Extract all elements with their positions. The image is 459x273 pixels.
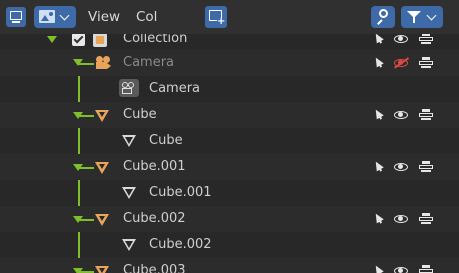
- camera-data-icon: [119, 79, 139, 97]
- eye-icon[interactable]: [394, 267, 408, 273]
- menu-collection[interactable]: Col: [136, 9, 157, 25]
- eye-icon[interactable]: [394, 163, 408, 171]
- tree-row-label: Cube.003: [123, 263, 186, 273]
- chevron-down-icon: [426, 10, 437, 21]
- selectable-cursor-icon[interactable]: [372, 159, 384, 172]
- camera-render-icon[interactable]: [419, 213, 433, 225]
- selectable-cursor-icon[interactable]: [372, 211, 384, 224]
- editor-type-button[interactable]: [6, 7, 26, 27]
- tree-row-cube-002-data[interactable]: Cube.002: [0, 232, 459, 258]
- mesh-object-icon: [95, 162, 109, 174]
- tree-row-label: Camera: [149, 81, 201, 96]
- tree-row-cube-001-data[interactable]: Cube.001: [0, 180, 459, 206]
- camera-object-icon: [95, 56, 111, 70]
- chevron-down-icon: [59, 10, 70, 21]
- tree-row-label: Cube.002: [123, 211, 186, 226]
- outliner-tree: Collection Camera Camera Cube Cube Cube.…: [0, 0, 459, 273]
- tree-line-branch: [78, 167, 94, 169]
- outliner-header: View Col +: [0, 0, 459, 34]
- selectable-cursor-icon[interactable]: [372, 55, 384, 68]
- tree-row-camera[interactable]: Camera: [0, 50, 459, 76]
- new-collection-button[interactable]: +: [205, 6, 227, 28]
- camera-render-icon[interactable]: [419, 109, 433, 121]
- camera-render-icon[interactable]: [419, 33, 433, 45]
- mesh-data-icon: [122, 135, 136, 148]
- mesh-object-icon: [95, 214, 109, 226]
- image-display-mode-icon: [39, 10, 55, 23]
- tree-row-cube-002[interactable]: Cube.002: [0, 206, 459, 232]
- eye-icon[interactable]: [394, 35, 408, 43]
- filter-stem: [413, 17, 415, 23]
- filter-dropdown[interactable]: [401, 6, 443, 28]
- tree-row-label: Cube: [149, 133, 183, 148]
- tree-row-cube[interactable]: Cube: [0, 102, 459, 128]
- tree-row-label: Cube.001: [149, 185, 212, 200]
- eye-icon[interactable]: [394, 215, 408, 223]
- search-icon: [379, 9, 388, 18]
- eye-icon[interactable]: [394, 111, 408, 119]
- tree-row-cube-001[interactable]: Cube.001: [0, 154, 459, 180]
- camera-render-icon[interactable]: [419, 265, 433, 273]
- tree-row-cube-003[interactable]: Cube.003: [0, 258, 459, 273]
- camera-render-icon[interactable]: [419, 57, 433, 69]
- search-button[interactable]: [371, 6, 395, 28]
- editor-icon-stand: [12, 21, 20, 23]
- tree-line-branch: [78, 271, 94, 273]
- selectable-cursor-icon[interactable]: [372, 107, 384, 120]
- mesh-object-icon: [95, 266, 109, 273]
- expand-arrow-icon[interactable]: [47, 36, 57, 43]
- collection-checkbox[interactable]: [72, 33, 85, 46]
- tree-line-branch: [78, 219, 94, 221]
- tree-line-branch: [78, 63, 94, 65]
- tree-row-cube-data[interactable]: Cube: [0, 128, 459, 154]
- eye-hidden-icon[interactable]: [394, 59, 408, 67]
- mesh-data-icon: [122, 239, 136, 252]
- display-mode-dropdown[interactable]: [34, 6, 76, 28]
- tree-row-camera-data[interactable]: Camera: [0, 76, 459, 102]
- outliner-editor-icon: [10, 11, 22, 20]
- tree-row-label: Cube: [123, 107, 157, 122]
- mesh-object-icon: [95, 110, 109, 122]
- search-handle: [377, 19, 383, 25]
- tree-row-label: Cube.001: [123, 159, 186, 174]
- selectable-cursor-icon[interactable]: [372, 263, 384, 273]
- tree-row-label: Camera: [123, 55, 175, 70]
- plus-icon: +: [217, 16, 226, 27]
- menu-view[interactable]: View: [88, 9, 120, 25]
- mesh-data-icon: [122, 187, 136, 200]
- collection-icon: [93, 33, 107, 47]
- tree-row-label: Cube.002: [149, 237, 212, 252]
- tree-line-branch: [78, 115, 94, 117]
- camera-render-icon[interactable]: [419, 161, 433, 173]
